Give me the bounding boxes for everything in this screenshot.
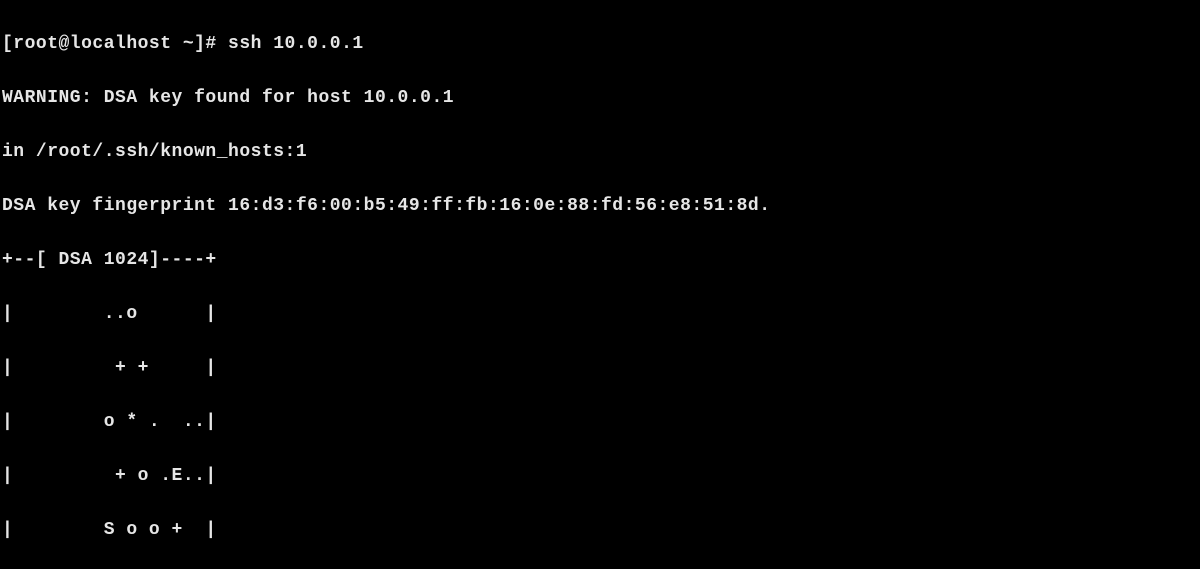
randomart-row: | ..o | [2,301,1200,328]
dsa-fingerprint: DSA key fingerprint 16:d3:f6:00:b5:49:ff… [2,193,1200,220]
warning-line: WARNING: DSA key found for host 10.0.0.1 [2,85,1200,112]
shell-prompt: [root@localhost ~]# [2,34,228,54]
randomart-header: +--[ DSA 1024]----+ [2,247,1200,274]
randomart-row: | + o .E..| [2,463,1200,490]
randomart-row: | + + | [2,355,1200,382]
terminal-output[interactable]: [root@localhost ~]# ssh 10.0.0.1 WARNING… [0,0,1200,569]
typed-command: ssh 10.0.0.1 [228,34,364,54]
randomart-row: | S o o + | [2,517,1200,544]
randomart-row: | o * . ..| [2,409,1200,436]
known-hosts-line: in /root/.ssh/known_hosts:1 [2,139,1200,166]
